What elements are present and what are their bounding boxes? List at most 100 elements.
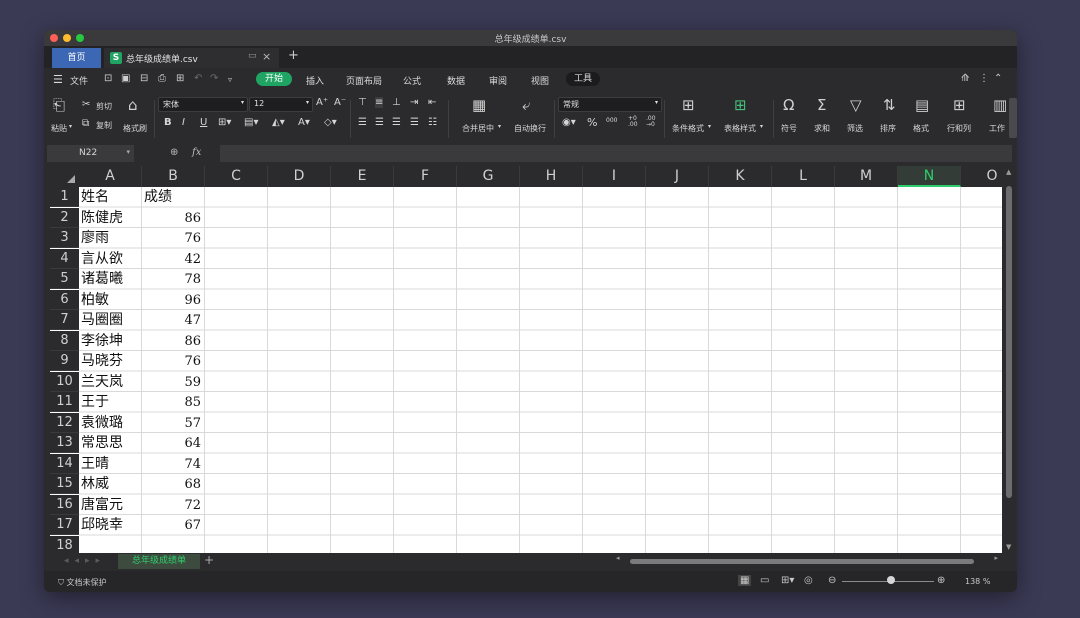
row-header-17[interactable]: 17 bbox=[50, 515, 79, 535]
row-header-9[interactable]: 9 bbox=[50, 351, 79, 371]
row-header-10[interactable]: 10 bbox=[50, 371, 79, 392]
tab-document[interactable]: S 总年级成绩单.csv ▭ × bbox=[104, 48, 279, 68]
eye-protection-icon[interactable]: ◎ bbox=[804, 575, 813, 586]
save-icon[interactable]: ▣ bbox=[121, 73, 130, 84]
row-header-4[interactable]: 4 bbox=[50, 248, 79, 269]
format-icon[interactable]: ▤ bbox=[915, 96, 929, 114]
menu-formula[interactable]: 公式 bbox=[403, 74, 421, 87]
cell-score[interactable]: 47 bbox=[143, 310, 201, 330]
paste-dropdown-icon[interactable]: ▾ bbox=[69, 123, 72, 130]
underline-icon[interactable]: U bbox=[200, 117, 207, 128]
cell-score[interactable]: 67 bbox=[143, 515, 201, 535]
vertical-scrollbar[interactable]: ▲ ▼ bbox=[1002, 166, 1017, 553]
row-header-18[interactable]: 18 bbox=[50, 535, 79, 553]
page-layout-view-icon[interactable]: ▭ bbox=[760, 575, 769, 586]
sort-button[interactable]: 排序 bbox=[880, 123, 896, 134]
protection-status[interactable]: ⛉ 文档未保护 bbox=[58, 577, 107, 588]
paste-icon[interactable]: ⎗ bbox=[53, 96, 65, 114]
column-header-o[interactable]: O bbox=[961, 166, 1002, 187]
menu-file[interactable]: 文件 bbox=[70, 74, 88, 87]
table-style-button[interactable]: 表格样式 bbox=[724, 123, 756, 134]
merge-center-button[interactable]: 合并居中 bbox=[462, 123, 494, 134]
border-icon[interactable]: ⊞▾ bbox=[218, 117, 231, 128]
zoom-level[interactable]: 138 % bbox=[965, 577, 990, 586]
cut-button[interactable]: 剪切 bbox=[96, 101, 112, 112]
menu-start[interactable]: 开始 bbox=[256, 72, 292, 86]
worksheet-icon[interactable]: ▥ bbox=[993, 96, 1007, 114]
column-header-k[interactable]: K bbox=[709, 166, 772, 187]
row-header-2[interactable]: 2 bbox=[50, 207, 79, 228]
column-header-h[interactable]: H bbox=[520, 166, 583, 187]
cell-name[interactable]: 邱晓幸 bbox=[81, 515, 123, 535]
cell-score[interactable]: 59 bbox=[143, 372, 201, 392]
column-header-l[interactable]: L bbox=[772, 166, 835, 187]
cell-name[interactable]: 林威 bbox=[81, 474, 109, 494]
currency-icon[interactable]: ◉▾ bbox=[562, 117, 576, 128]
vertical-scroll-thumb[interactable] bbox=[1006, 186, 1012, 498]
column-header-f[interactable]: F bbox=[394, 166, 457, 187]
align-center-icon[interactable]: ☰ bbox=[375, 117, 384, 128]
column-header-a[interactable]: A bbox=[79, 166, 142, 187]
open-icon[interactable]: ⊡ bbox=[104, 73, 112, 84]
new-tab-button[interactable]: + bbox=[288, 48, 299, 63]
column-header-j[interactable]: J bbox=[646, 166, 709, 187]
column-header-m[interactable]: M bbox=[835, 166, 898, 187]
cell-name[interactable]: 李徐坤 bbox=[81, 331, 123, 351]
row-header-5[interactable]: 5 bbox=[50, 269, 79, 289]
cell-score[interactable]: 42 bbox=[143, 249, 201, 269]
cell-name[interactable]: 诸葛曦 bbox=[81, 269, 123, 289]
menu-insert[interactable]: 插入 bbox=[306, 74, 324, 87]
cell-b1-header[interactable]: 成绩 bbox=[144, 187, 172, 207]
bold-icon[interactable]: B bbox=[164, 117, 172, 128]
conditional-format-icon[interactable]: ⊞ bbox=[682, 96, 695, 114]
row-col-icon[interactable]: ⊞ bbox=[953, 96, 966, 114]
menu-view[interactable]: 视图 bbox=[531, 74, 549, 87]
horizontal-scroll-thumb[interactable] bbox=[630, 559, 974, 564]
align-top-icon[interactable]: ⊤ bbox=[358, 97, 367, 108]
quick-access-dropdown-icon[interactable]: ▿ bbox=[228, 75, 232, 84]
scroll-left-icon[interactable]: ◂ bbox=[616, 554, 620, 562]
cell-name[interactable]: 唐富元 bbox=[81, 495, 123, 515]
table-style-icon[interactable]: ⊞ bbox=[734, 96, 747, 114]
thousands-button[interactable]: 000 bbox=[606, 117, 617, 124]
row-header-7[interactable]: 7 bbox=[50, 310, 79, 330]
font-size-select[interactable]: 12 ▾ bbox=[249, 97, 313, 112]
number-format-select[interactable]: 常规 ▾ bbox=[558, 97, 662, 112]
cell-name[interactable]: 言从欲 bbox=[81, 249, 123, 269]
collapse-ribbon-icon[interactable]: ⌃ bbox=[994, 73, 1002, 84]
column-header-e[interactable]: E bbox=[331, 166, 394, 187]
font-color-icon[interactable]: A▾ bbox=[298, 117, 310, 128]
indent-icon[interactable]: ⇥ bbox=[410, 97, 418, 108]
redo-icon[interactable]: ↷ bbox=[210, 73, 218, 84]
horizontal-scrollbar[interactable]: ◂ ▸ bbox=[614, 554, 1000, 566]
menu-data[interactable]: 数据 bbox=[447, 74, 465, 87]
row-header-8[interactable]: 8 bbox=[50, 330, 79, 351]
format-painter-button[interactable]: 格式刷 bbox=[123, 123, 147, 134]
row-header-1[interactable]: 1 bbox=[50, 187, 79, 207]
cond-format-dropdown-icon[interactable]: ▾ bbox=[708, 123, 711, 130]
clear-icon[interactable]: ◇▾ bbox=[324, 117, 337, 128]
cell-name[interactable]: 马晓芬 bbox=[81, 351, 123, 371]
zoom-out-icon[interactable]: ⊖ bbox=[828, 575, 836, 586]
outdent-icon[interactable]: ⇤ bbox=[428, 97, 436, 108]
close-tab-icon[interactable]: × bbox=[262, 50, 271, 63]
hamburger-menu-icon[interactable]: ☰ bbox=[53, 73, 63, 86]
increase-decimal-icon[interactable]: +0.00 bbox=[628, 116, 638, 128]
row-header-6[interactable]: 6 bbox=[50, 289, 79, 310]
row-header-3[interactable]: 3 bbox=[50, 228, 79, 248]
row-header-11[interactable]: 11 bbox=[50, 392, 79, 412]
cell-score[interactable]: 76 bbox=[143, 351, 201, 371]
ribbon-scroll-right-button[interactable] bbox=[1009, 98, 1017, 138]
cell-area[interactable] bbox=[79, 187, 1002, 553]
column-header-d[interactable]: D bbox=[268, 166, 331, 187]
column-header-b[interactable]: B bbox=[142, 166, 205, 187]
cut-icon[interactable]: ✂ bbox=[82, 99, 90, 110]
cell-score[interactable]: 86 bbox=[143, 331, 201, 351]
cell-name[interactable]: 柏敏 bbox=[81, 290, 109, 310]
column-header-i[interactable]: I bbox=[583, 166, 646, 187]
row-header-13[interactable]: 13 bbox=[50, 433, 79, 453]
symbol-button[interactable]: 符号 bbox=[781, 123, 797, 134]
decrease-decimal-icon[interactable]: .00 →0 bbox=[646, 116, 656, 128]
tab-home[interactable]: 首页 bbox=[52, 48, 101, 68]
menu-page-layout[interactable]: 页面布局 bbox=[346, 74, 382, 87]
